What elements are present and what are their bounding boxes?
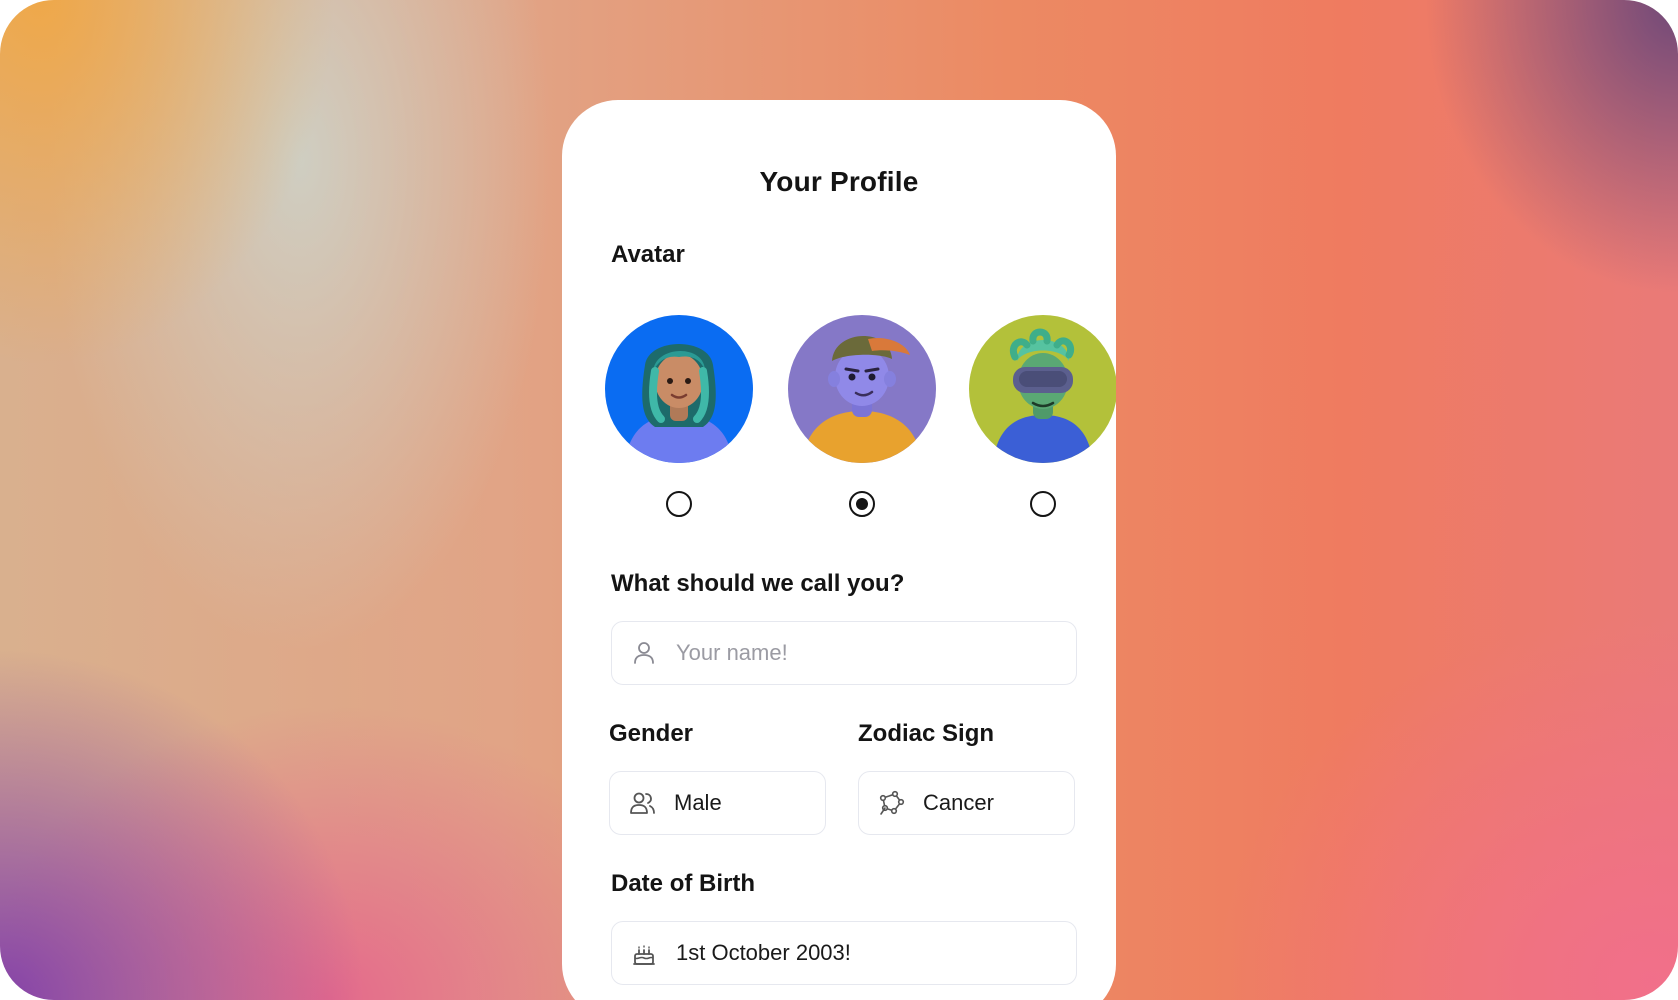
gender-select[interactable]: Male	[609, 771, 826, 835]
zodiac-label: Zodiac Sign	[858, 720, 995, 747]
profile-card: Your Profile Avatar What should we call …	[562, 100, 1116, 1000]
avatar-option-1[interactable]	[605, 315, 753, 463]
gender-label: Gender	[609, 720, 694, 747]
avatar-option-2[interactable]	[788, 315, 936, 463]
cake-icon	[633, 945, 655, 965]
zodiac-cancer-icon	[879, 790, 905, 815]
name-label: What should we call you?	[611, 570, 905, 597]
page-title: Your Profile	[759, 166, 919, 197]
dob-value: 1st October 2003!	[676, 940, 851, 965]
avatar-radio-3[interactable]	[1030, 491, 1056, 517]
gender-value: Male	[674, 790, 722, 815]
avatar-cap-image	[788, 315, 936, 463]
gradient-background: Your Profile Avatar What should we call …	[0, 0, 1678, 1000]
dob-label: Date of Birth	[611, 870, 755, 897]
avatar-section-label: Avatar	[611, 241, 685, 268]
users-icon	[630, 792, 655, 814]
name-placeholder: Your name!	[676, 640, 788, 665]
zodiac-value: Cancer	[923, 790, 994, 815]
avatar-radio-2[interactable]	[849, 491, 875, 517]
dob-input[interactable]: 1st October 2003!	[611, 921, 1077, 985]
avatar-vr-headset-image	[969, 315, 1116, 463]
user-icon	[634, 642, 654, 664]
radio-selected-dot	[855, 497, 868, 510]
avatar-radio-1[interactable]	[666, 491, 692, 517]
name-input[interactable]: Your name!	[611, 621, 1077, 685]
avatar-teal-hair-image	[605, 315, 753, 463]
avatar-option-3[interactable]	[969, 315, 1116, 463]
zodiac-select[interactable]: Cancer	[858, 771, 1075, 835]
